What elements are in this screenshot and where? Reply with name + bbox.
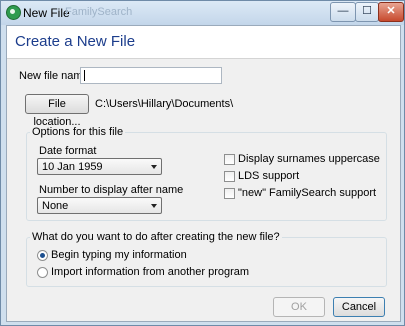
dialog-body: Create a New File New file name File loc… xyxy=(6,25,401,322)
radio-label-begin-typing: Begin typing my information xyxy=(51,249,187,261)
window-title-ghost: FamilySearch xyxy=(65,6,133,18)
minimize-button[interactable]: — xyxy=(330,2,356,22)
after-create-group-title: What do you want to do after creating th… xyxy=(30,231,282,243)
checkbox-label-lds-support: LDS support xyxy=(238,170,300,182)
number-display-value: None xyxy=(42,200,69,212)
file-location-button[interactable]: File location... xyxy=(25,94,89,128)
text-caret xyxy=(84,70,85,81)
date-format-select[interactable]: 10 Jan 1959 xyxy=(37,158,162,175)
number-display-select[interactable]: None xyxy=(37,197,162,214)
close-button[interactable]: ✕ xyxy=(378,2,404,22)
date-format-value: 10 Jan 1959 xyxy=(42,161,103,173)
radio-label-import-information: Import information from another program xyxy=(51,266,250,278)
number-display-label: Number to display after name xyxy=(39,184,184,196)
after-create-group: What do you want to do after creating th… xyxy=(26,231,387,287)
checkbox-familysearch-support[interactable] xyxy=(224,188,235,199)
file-name-input[interactable] xyxy=(80,67,222,84)
checkbox-lds-support[interactable] xyxy=(224,171,235,182)
page-title: Create a New File xyxy=(15,33,136,50)
new-file-dialog: New File FamilySearch — ☐ ✕ Create a New… xyxy=(0,0,405,326)
dialog-header: Create a New File xyxy=(7,26,400,59)
app-icon xyxy=(6,5,21,20)
radio-import-information[interactable] xyxy=(37,267,48,278)
checkbox-label-familysearch-support: "new" FamilySearch support xyxy=(238,187,377,199)
file-name-label: New file name xyxy=(19,70,89,82)
window-title: New File xyxy=(23,6,70,20)
radio-begin-typing[interactable] xyxy=(37,250,48,261)
file-location-path: C:\Users\Hillary\Documents\ xyxy=(95,98,234,110)
chevron-down-icon xyxy=(151,204,157,208)
options-group-title: Options for this file xyxy=(30,126,126,138)
maximize-button[interactable]: ☐ xyxy=(355,2,379,22)
date-format-label: Date format xyxy=(39,145,97,157)
checkbox-surnames-uppercase[interactable] xyxy=(224,154,235,165)
chevron-down-icon xyxy=(151,165,157,169)
options-group: Options for this file Date format 10 Jan… xyxy=(26,126,387,221)
cancel-button[interactable]: Cancel xyxy=(333,297,385,317)
ok-button[interactable]: OK xyxy=(273,297,325,317)
checkbox-label-surnames-uppercase: Display surnames uppercase xyxy=(238,153,380,165)
title-bar[interactable]: New File FamilySearch — ☐ ✕ xyxy=(1,1,404,25)
